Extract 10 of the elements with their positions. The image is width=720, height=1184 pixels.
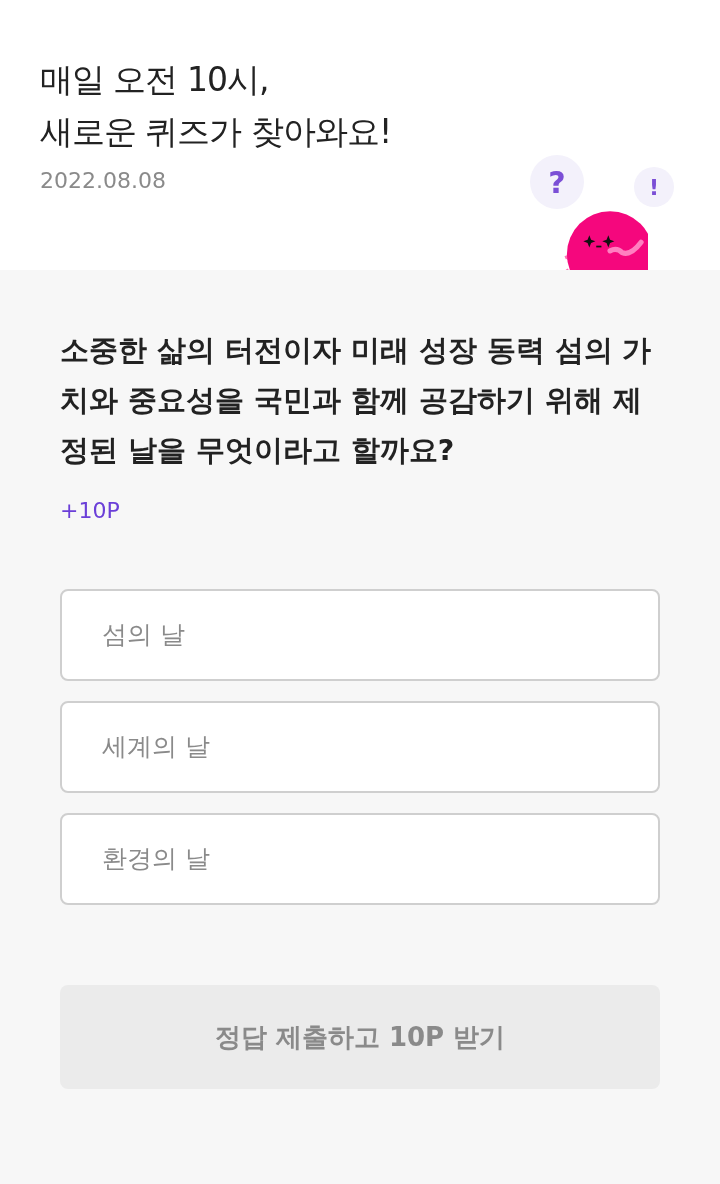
title-line: 새로운 퀴즈가 찾아와요!: [40, 111, 393, 153]
question-text: 소중한 삶의 터전이자 미래 성장 동력 섬의 가치와 중요성을 국민과 함께 공감하기 위해 제정된 날을 무엇이라고 할까요?: [60, 333, 653, 469]
points-text: +10P: [60, 497, 121, 525]
answer-option[interactable]: 섬의 날: [60, 589, 660, 681]
speech-bubble: !: [634, 167, 674, 207]
answer-option[interactable]: 환경의 날: [60, 813, 660, 905]
speech-bubble: ?: [530, 155, 584, 209]
answer-option[interactable]: 세계의 날: [60, 701, 660, 793]
date-text: 2022.08.08: [40, 167, 166, 195]
title-line: 매일 오전 10시,: [40, 59, 270, 101]
